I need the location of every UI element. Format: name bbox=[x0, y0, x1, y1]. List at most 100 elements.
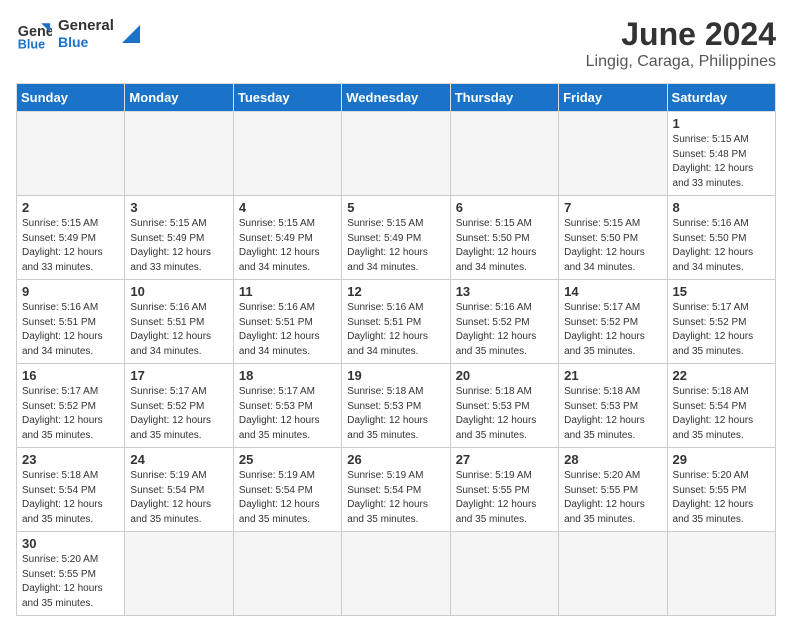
calendar-cell: 26 Sunrise: 5:19 AM Sunset: 5:54 PM Dayli… bbox=[342, 448, 450, 532]
calendar-header-row: SundayMondayTuesdayWednesdayThursdayFrid… bbox=[17, 84, 776, 112]
calendar-cell: 9 Sunrise: 5:16 AM Sunset: 5:51 PM Daylig… bbox=[17, 280, 125, 364]
calendar-cell: 2Sunrise: 5:15 AM Sunset: 5:49 PM Daylig… bbox=[17, 196, 125, 280]
logo-icon: General Blue bbox=[16, 16, 52, 52]
day-number: 23 bbox=[22, 452, 119, 467]
day-number: 30 bbox=[22, 536, 119, 551]
day-number: 17 bbox=[130, 368, 227, 383]
day-number: 22 bbox=[673, 368, 770, 383]
day-info: Sunrise: 5:18 AM Sunset: 5:53 PM Dayligh… bbox=[456, 385, 553, 443]
calendar-cell: 10 Sunrise: 5:16 AM Sunset: 5:51 PM Dayli… bbox=[125, 280, 233, 364]
calendar-cell bbox=[233, 112, 341, 196]
header-thursday: Thursday bbox=[450, 84, 558, 112]
day-info: Sunrise: 5:19 AM Sunset: 5:55 PM Dayligh… bbox=[456, 469, 553, 527]
day-number: 9 bbox=[22, 284, 119, 299]
day-info: Sunrise: 5:16 AM Sunset: 5:51 PM Dayligh… bbox=[130, 301, 227, 359]
calendar-week-row: 9 Sunrise: 5:16 AM Sunset: 5:51 PM Daylig… bbox=[17, 280, 776, 364]
calendar-cell: 22 Sunrise: 5:18 AM Sunset: 5:54 PM Dayli… bbox=[667, 364, 775, 448]
calendar-subtitle: Lingig, Caraga, Philippines bbox=[586, 53, 776, 71]
day-number: 11 bbox=[239, 284, 336, 299]
logo: General Blue General Blue bbox=[16, 16, 142, 52]
day-number: 16 bbox=[22, 368, 119, 383]
calendar-cell: 18 Sunrise: 5:17 AM Sunset: 5:53 PM Dayli… bbox=[233, 364, 341, 448]
calendar-cell: 6Sunrise: 5:15 AM Sunset: 5:50 PM Daylig… bbox=[450, 196, 558, 280]
day-info: Sunrise: 5:15 AM Sunset: 5:49 PM Dayligh… bbox=[347, 217, 444, 275]
calendar-cell: 7 Sunrise: 5:15 AM Sunset: 5:50 PM Daylig… bbox=[559, 196, 667, 280]
day-number: 20 bbox=[456, 368, 553, 383]
day-info: Sunrise: 5:16 AM Sunset: 5:51 PM Dayligh… bbox=[239, 301, 336, 359]
day-info: Sunrise: 5:15 AM Sunset: 5:50 PM Dayligh… bbox=[564, 217, 661, 275]
day-number: 24 bbox=[130, 452, 227, 467]
day-number: 7 bbox=[564, 200, 661, 215]
calendar-cell: 24 Sunrise: 5:19 AM Sunset: 5:54 PM Dayli… bbox=[125, 448, 233, 532]
day-info: Sunrise: 5:17 AM Sunset: 5:52 PM Dayligh… bbox=[130, 385, 227, 443]
day-info: Sunrise: 5:15 AM Sunset: 5:49 PM Dayligh… bbox=[239, 217, 336, 275]
calendar-cell: 8Sunrise: 5:16 AM Sunset: 5:50 PM Daylig… bbox=[667, 196, 775, 280]
day-info: Sunrise: 5:18 AM Sunset: 5:53 PM Dayligh… bbox=[347, 385, 444, 443]
header-monday: Monday bbox=[125, 84, 233, 112]
calendar-cell: 19 Sunrise: 5:18 AM Sunset: 5:53 PM Dayli… bbox=[342, 364, 450, 448]
calendar-cell bbox=[342, 532, 450, 616]
calendar-cell: 11 Sunrise: 5:16 AM Sunset: 5:51 PM Dayli… bbox=[233, 280, 341, 364]
day-number: 4 bbox=[239, 200, 336, 215]
day-info: Sunrise: 5:15 AM Sunset: 5:50 PM Dayligh… bbox=[456, 217, 553, 275]
calendar-week-row: 16 Sunrise: 5:17 AM Sunset: 5:52 PM Dayli… bbox=[17, 364, 776, 448]
calendar-cell: 23Sunrise: 5:18 AM Sunset: 5:54 PM Dayli… bbox=[17, 448, 125, 532]
calendar-cell: 1Sunrise: 5:15 AM Sunset: 5:48 PM Daylig… bbox=[667, 112, 775, 196]
calendar-cell bbox=[233, 532, 341, 616]
day-info: Sunrise: 5:17 AM Sunset: 5:52 PM Dayligh… bbox=[564, 301, 661, 359]
header-wednesday: Wednesday bbox=[342, 84, 450, 112]
calendar-cell bbox=[667, 532, 775, 616]
day-number: 14 bbox=[564, 284, 661, 299]
calendar-cell bbox=[450, 112, 558, 196]
calendar-cell: 27Sunrise: 5:19 AM Sunset: 5:55 PM Dayli… bbox=[450, 448, 558, 532]
day-info: Sunrise: 5:19 AM Sunset: 5:54 PM Dayligh… bbox=[347, 469, 444, 527]
day-number: 10 bbox=[130, 284, 227, 299]
logo-triangle-icon bbox=[120, 23, 142, 45]
day-info: Sunrise: 5:16 AM Sunset: 5:51 PM Dayligh… bbox=[22, 301, 119, 359]
day-info: Sunrise: 5:15 AM Sunset: 5:49 PM Dayligh… bbox=[130, 217, 227, 275]
calendar-cell: 13Sunrise: 5:16 AM Sunset: 5:52 PM Dayli… bbox=[450, 280, 558, 364]
calendar-cell bbox=[559, 532, 667, 616]
calendar-cell bbox=[450, 532, 558, 616]
day-info: Sunrise: 5:18 AM Sunset: 5:53 PM Dayligh… bbox=[564, 385, 661, 443]
day-number: 21 bbox=[564, 368, 661, 383]
header-sunday: Sunday bbox=[17, 84, 125, 112]
day-number: 25 bbox=[239, 452, 336, 467]
calendar-week-row: 2Sunrise: 5:15 AM Sunset: 5:49 PM Daylig… bbox=[17, 196, 776, 280]
day-info: Sunrise: 5:15 AM Sunset: 5:49 PM Dayligh… bbox=[22, 217, 119, 275]
day-info: Sunrise: 5:19 AM Sunset: 5:54 PM Dayligh… bbox=[130, 469, 227, 527]
calendar-cell: 17 Sunrise: 5:17 AM Sunset: 5:52 PM Dayli… bbox=[125, 364, 233, 448]
svg-text:Blue: Blue bbox=[18, 37, 45, 51]
day-info: Sunrise: 5:20 AM Sunset: 5:55 PM Dayligh… bbox=[673, 469, 770, 527]
page-header: General Blue General Blue June 2024 Ling… bbox=[16, 16, 776, 71]
calendar-cell bbox=[342, 112, 450, 196]
day-number: 13 bbox=[456, 284, 553, 299]
day-info: Sunrise: 5:17 AM Sunset: 5:53 PM Dayligh… bbox=[239, 385, 336, 443]
day-number: 3 bbox=[130, 200, 227, 215]
calendar-cell: 28 Sunrise: 5:20 AM Sunset: 5:55 PM Dayli… bbox=[559, 448, 667, 532]
day-number: 19 bbox=[347, 368, 444, 383]
calendar-cell: 25Sunrise: 5:19 AM Sunset: 5:54 PM Dayli… bbox=[233, 448, 341, 532]
day-info: Sunrise: 5:18 AM Sunset: 5:54 PM Dayligh… bbox=[673, 385, 770, 443]
day-number: 18 bbox=[239, 368, 336, 383]
day-info: Sunrise: 5:16 AM Sunset: 5:51 PM Dayligh… bbox=[347, 301, 444, 359]
calendar-cell: 4 Sunrise: 5:15 AM Sunset: 5:49 PM Daylig… bbox=[233, 196, 341, 280]
header-saturday: Saturday bbox=[667, 84, 775, 112]
day-info: Sunrise: 5:17 AM Sunset: 5:52 PM Dayligh… bbox=[22, 385, 119, 443]
day-info: Sunrise: 5:20 AM Sunset: 5:55 PM Dayligh… bbox=[22, 553, 119, 611]
day-number: 28 bbox=[564, 452, 661, 467]
calendar-cell: 29 Sunrise: 5:20 AM Sunset: 5:55 PM Dayli… bbox=[667, 448, 775, 532]
calendar-cell: 15Sunrise: 5:17 AM Sunset: 5:52 PM Dayli… bbox=[667, 280, 775, 364]
calendar-cell bbox=[559, 112, 667, 196]
day-number: 5 bbox=[347, 200, 444, 215]
calendar-cell: 16 Sunrise: 5:17 AM Sunset: 5:52 PM Dayli… bbox=[17, 364, 125, 448]
calendar-cell bbox=[125, 532, 233, 616]
title-area: June 2024 Lingig, Caraga, Philippines bbox=[586, 16, 776, 71]
day-number: 29 bbox=[673, 452, 770, 467]
day-number: 26 bbox=[347, 452, 444, 467]
calendar-cell bbox=[125, 112, 233, 196]
day-number: 8 bbox=[673, 200, 770, 215]
day-info: Sunrise: 5:15 AM Sunset: 5:48 PM Dayligh… bbox=[673, 133, 770, 191]
calendar-cell: 14 Sunrise: 5:17 AM Sunset: 5:52 PM Dayli… bbox=[559, 280, 667, 364]
day-info: Sunrise: 5:20 AM Sunset: 5:55 PM Dayligh… bbox=[564, 469, 661, 527]
